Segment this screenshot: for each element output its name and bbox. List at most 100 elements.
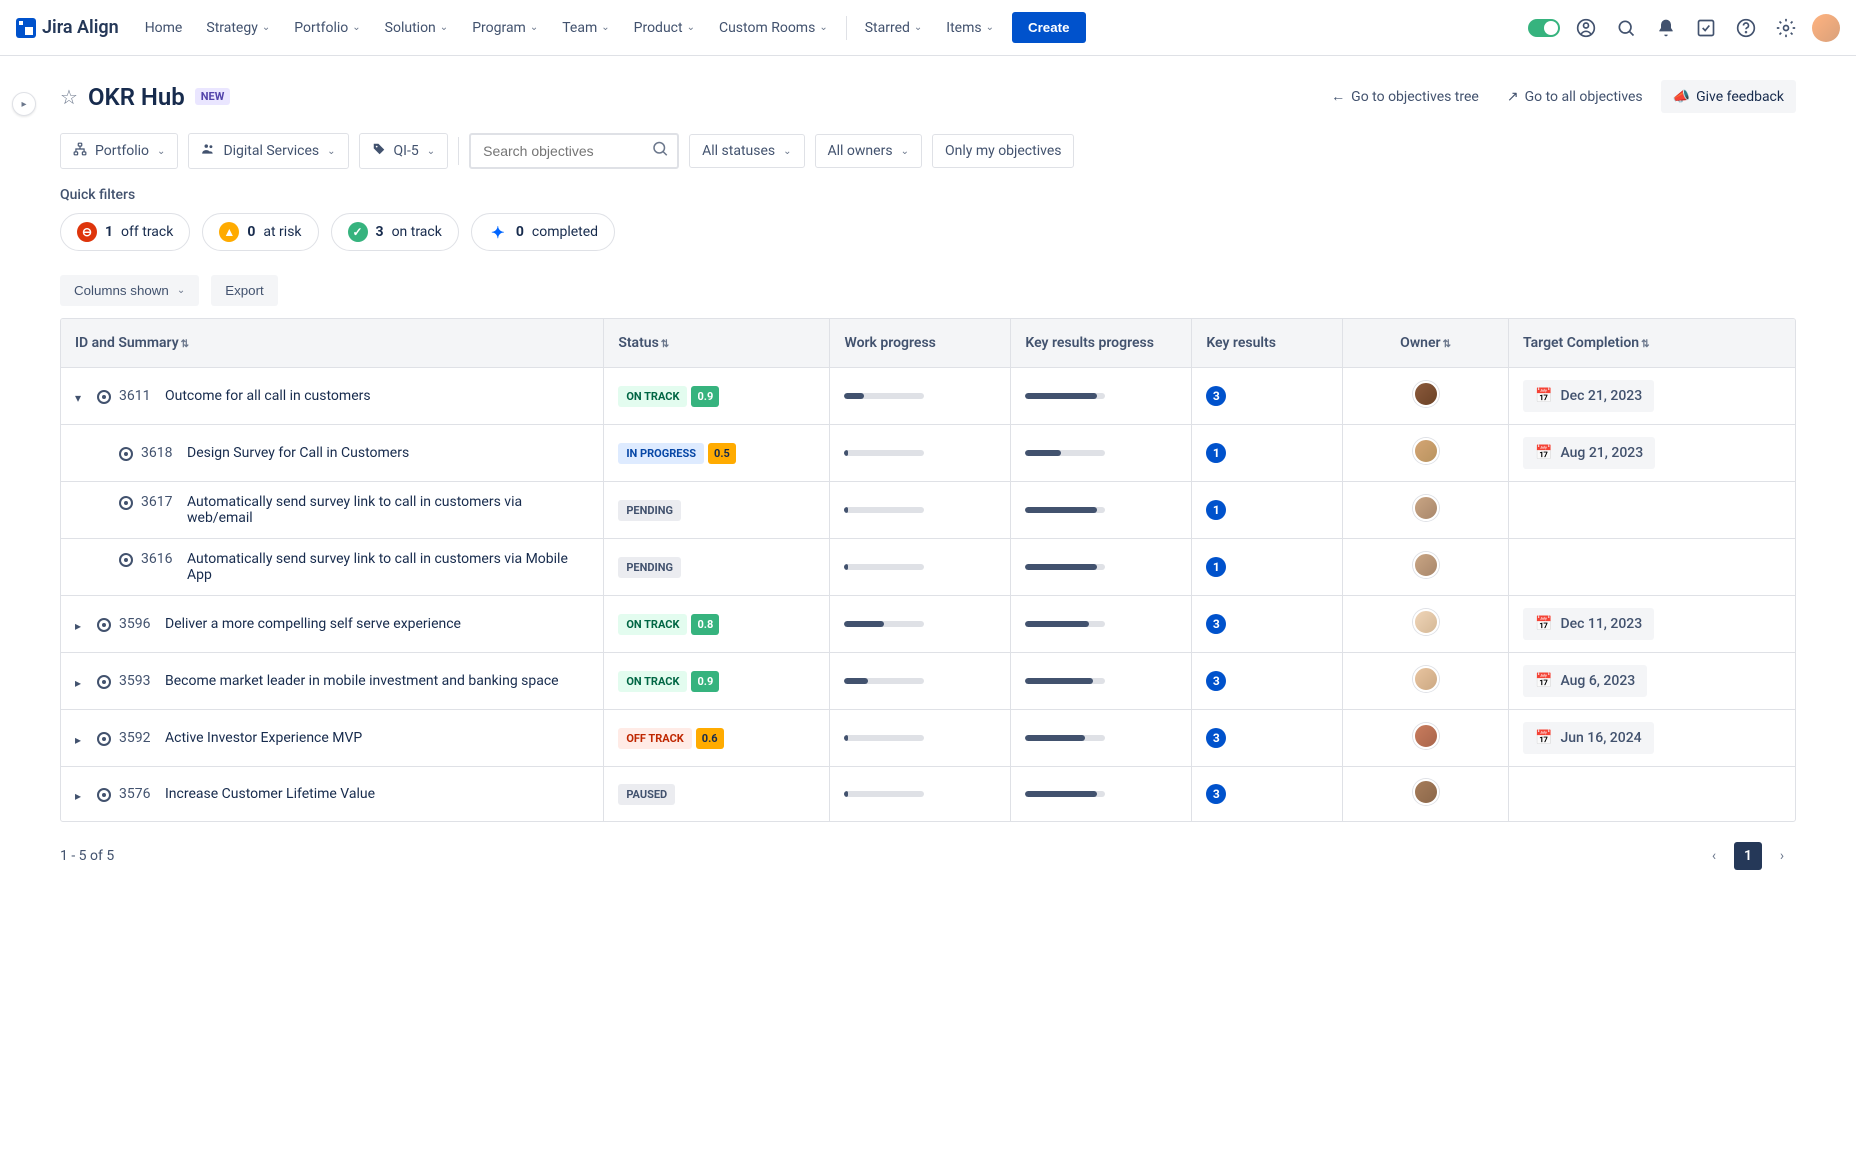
hierarchy-icon — [73, 142, 87, 160]
quick-filter-completed[interactable]: ✦0completed — [471, 213, 615, 251]
sidebar-expand-button[interactable]: ▸ — [12, 92, 36, 116]
owner-avatar[interactable] — [1413, 438, 1439, 464]
jira-align-icon — [16, 18, 36, 38]
nav-item-program[interactable]: Program⌄ — [462, 12, 548, 44]
quick-filter-at-risk[interactable]: ▲0at risk — [202, 213, 318, 251]
objective-icon — [97, 618, 111, 632]
owner-avatar[interactable] — [1413, 609, 1439, 635]
create-button[interactable]: Create — [1012, 12, 1086, 43]
target-date: 📅Dec 21, 2023 — [1523, 380, 1654, 412]
quick-filter-off-track[interactable]: ⊖1off track — [60, 213, 190, 251]
nav-item-portfolio[interactable]: Portfolio⌄ — [284, 12, 370, 44]
pager-page-1[interactable]: 1 — [1734, 842, 1762, 870]
table-row[interactable]: ▸ 3593 Become market leader in mobile in… — [61, 653, 1795, 710]
col-header-work-progress[interactable]: Work progress — [830, 319, 1011, 368]
table-row[interactable]: ▸ 3576 Increase Customer Lifetime Value … — [61, 767, 1795, 822]
col-header-id[interactable]: ID and Summary⇅ — [61, 319, 604, 368]
kr-progress-bar — [1025, 564, 1105, 570]
chevron-down-icon: ⌄ — [914, 22, 922, 33]
filter-only-mine[interactable]: Only my objectives — [932, 134, 1075, 168]
kr-count-badge[interactable]: 1 — [1206, 500, 1226, 520]
filter-owners[interactable]: All owners ⌄ — [815, 134, 922, 168]
feature-toggle[interactable] — [1528, 19, 1560, 37]
search-icon[interactable] — [1612, 14, 1640, 42]
filter-qi[interactable]: QI-5 ⌄ — [359, 133, 449, 169]
nav-item-team[interactable]: Team⌄ — [552, 12, 619, 44]
target-date: 📅Aug 6, 2023 — [1523, 665, 1647, 697]
account-icon[interactable] — [1572, 14, 1600, 42]
brand-logo[interactable]: Jira Align — [16, 17, 119, 38]
row-id: 3596 — [119, 616, 157, 632]
col-header-status[interactable]: Status⇅ — [604, 319, 830, 368]
filter-digital-services[interactable]: Digital Services ⌄ — [188, 133, 348, 169]
nav-item-strategy[interactable]: Strategy⌄ — [196, 12, 280, 44]
col-header-target[interactable]: Target Completion⇅ — [1509, 319, 1796, 368]
owner-avatar[interactable] — [1413, 779, 1439, 805]
objective-icon — [97, 675, 111, 689]
col-header-key-results[interactable]: Key results — [1192, 319, 1343, 368]
kr-count-badge[interactable]: 3 — [1206, 614, 1226, 634]
expand-toggle[interactable]: ▸ — [75, 789, 89, 803]
tasks-icon[interactable] — [1692, 14, 1720, 42]
owner-avatar[interactable] — [1413, 666, 1439, 692]
expand-toggle[interactable]: ▸ — [75, 619, 89, 633]
col-header-kr-progress[interactable]: Key results progress — [1011, 319, 1192, 368]
table-row[interactable]: 3616 Automatically send survey link to c… — [61, 539, 1795, 596]
table-row[interactable]: 3618 Design Survey for Call in Customers… — [61, 425, 1795, 482]
status-badge: ON TRACK0.9 — [618, 671, 719, 692]
owner-avatar[interactable] — [1413, 495, 1439, 521]
favorite-star-icon[interactable]: ☆ — [60, 85, 78, 109]
owner-avatar[interactable] — [1413, 552, 1439, 578]
chevron-down-icon: ⌄ — [687, 22, 695, 33]
table-row[interactable]: ▸ 3592 Active Investor Experience MVP OF… — [61, 710, 1795, 767]
quick-filter-on-track[interactable]: ✓3on track — [331, 213, 459, 251]
kr-count-badge[interactable]: 1 — [1206, 557, 1226, 577]
status-badge: OFF TRACK0.6 — [618, 728, 723, 749]
kr-progress-bar — [1025, 393, 1105, 399]
give-feedback-button[interactable]: 📣 Give feedback — [1661, 80, 1796, 113]
nav-item-home[interactable]: Home — [135, 12, 193, 44]
kr-count-badge[interactable]: 1 — [1206, 443, 1226, 463]
table-row[interactable]: 3617 Automatically send survey link to c… — [61, 482, 1795, 539]
calendar-icon: 📅 — [1535, 616, 1552, 632]
filter-portfolio[interactable]: Portfolio ⌄ — [60, 133, 178, 169]
row-summary: Design Survey for Call in Customers — [187, 445, 409, 461]
row-id: 3611 — [119, 388, 157, 404]
row-id: 3618 — [141, 445, 179, 461]
pager-next-button[interactable]: › — [1768, 842, 1796, 870]
nav-item-starred[interactable]: Starred⌄ — [855, 12, 933, 44]
row-summary: Deliver a more compelling self serve exp… — [165, 616, 461, 632]
user-avatar[interactable] — [1812, 14, 1840, 42]
pager-prev-button[interactable]: ‹ — [1700, 842, 1728, 870]
kr-count-badge[interactable]: 3 — [1206, 784, 1226, 804]
nav-item-custom-rooms[interactable]: Custom Rooms⌄ — [709, 12, 838, 44]
go-to-all-link[interactable]: ↗ Go to all objectives — [1497, 80, 1653, 113]
nav-item-product[interactable]: Product⌄ — [624, 12, 705, 44]
expand-toggle[interactable]: ▸ — [75, 733, 89, 747]
owner-avatar[interactable] — [1413, 723, 1439, 749]
chevron-down-icon: ⌄ — [427, 146, 435, 157]
team-icon — [201, 142, 215, 160]
export-button[interactable]: Export — [211, 275, 278, 306]
help-icon[interactable] — [1732, 14, 1760, 42]
nav-item-solution[interactable]: Solution⌄ — [375, 12, 459, 44]
kr-count-badge[interactable]: 3 — [1206, 671, 1226, 691]
go-to-tree-link[interactable]: ← Go to objectives tree — [1321, 80, 1489, 113]
col-header-owner[interactable]: Owner⇅ — [1343, 319, 1509, 368]
row-id: 3592 — [119, 730, 157, 746]
notifications-icon[interactable] — [1652, 14, 1680, 42]
expand-toggle[interactable]: ▾ — [75, 391, 89, 405]
columns-shown-button[interactable]: Columns shown ⌄ — [60, 275, 199, 306]
kr-count-badge[interactable]: 3 — [1206, 728, 1226, 748]
nav-item-items[interactable]: Items⌄ — [936, 12, 1004, 44]
filter-statuses[interactable]: All statuses ⌄ — [689, 134, 804, 168]
chevron-down-icon: ⌄ — [352, 22, 360, 33]
search-input[interactable] — [469, 133, 679, 169]
table-row[interactable]: ▾ 3611 Outcome for all call in customers… — [61, 368, 1795, 425]
table-row[interactable]: ▸ 3596 Deliver a more compelling self se… — [61, 596, 1795, 653]
row-id: 3576 — [119, 786, 157, 802]
settings-icon[interactable] — [1772, 14, 1800, 42]
kr-count-badge[interactable]: 3 — [1206, 386, 1226, 406]
owner-avatar[interactable] — [1413, 381, 1439, 407]
expand-toggle[interactable]: ▸ — [75, 676, 89, 690]
